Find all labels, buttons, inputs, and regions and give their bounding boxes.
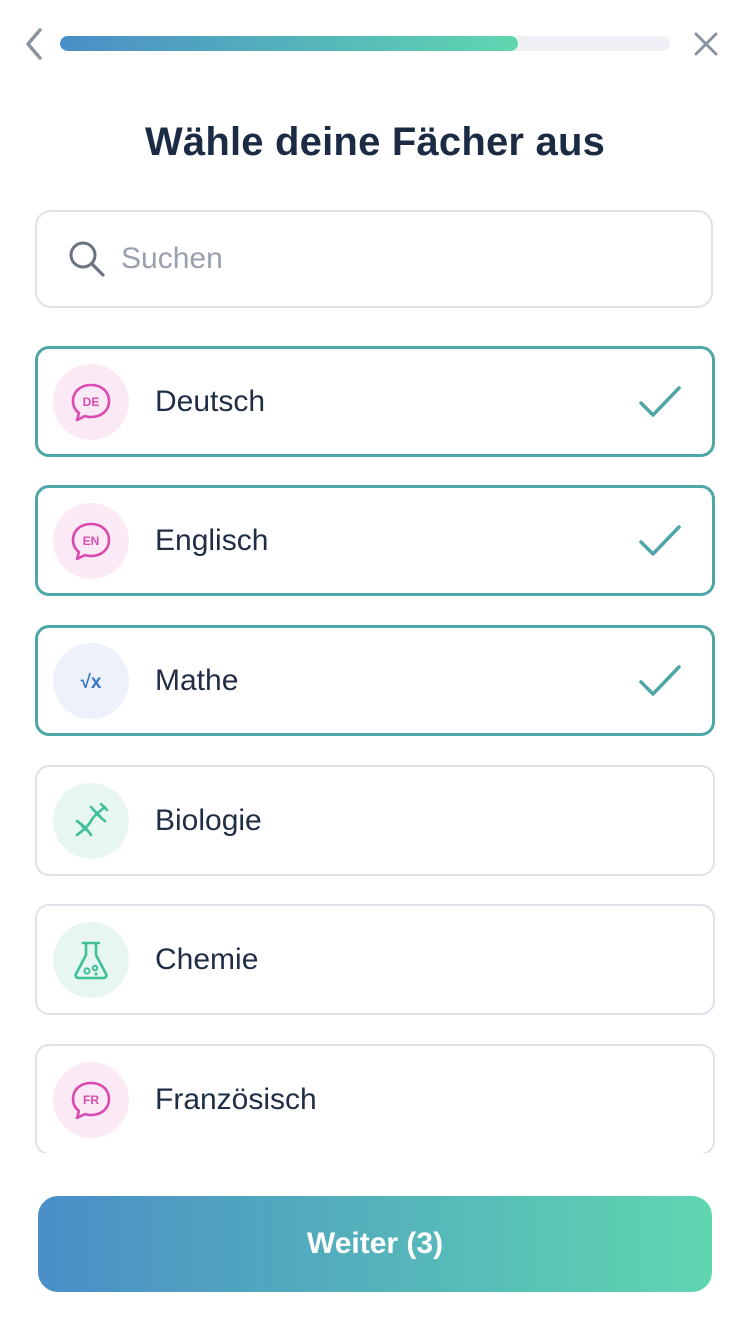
- speech-bubble-en-icon: EN: [53, 502, 129, 579]
- search-input[interactable]: [119, 241, 683, 277]
- continue-button[interactable]: Weiter (3): [38, 1196, 712, 1292]
- page-title: Wähle deine Fächer aus: [144, 120, 606, 164]
- subject-label: Biologie: [155, 803, 262, 837]
- svg-text:DE: DE: [83, 395, 100, 409]
- speech-bubble-fr-icon: FR: [53, 1061, 129, 1138]
- dna-icon: [53, 782, 129, 859]
- checkmark-icon: [639, 664, 681, 696]
- subject-item-mathe[interactable]: √x Mathe: [35, 625, 715, 736]
- subject-item-deutsch[interactable]: DE Deutsch: [35, 346, 715, 457]
- square-root-icon: √x: [53, 642, 129, 719]
- checkmark-icon: [639, 524, 681, 556]
- subject-item-englisch[interactable]: EN Englisch: [35, 485, 715, 596]
- close-icon: [694, 32, 718, 56]
- svg-text:√x: √x: [81, 672, 102, 693]
- search-icon: [69, 241, 105, 277]
- checkmark-icon: [639, 385, 681, 417]
- subject-label: Englisch: [155, 523, 269, 557]
- subject-item-franzoesisch[interactable]: FR Französisch: [35, 1044, 715, 1153]
- search-box[interactable]: [35, 210, 713, 308]
- progress-bar: [60, 36, 670, 51]
- speech-bubble-de-icon: DE: [53, 363, 129, 440]
- subject-label: Deutsch: [155, 384, 266, 418]
- subject-item-chemie[interactable]: Chemie: [35, 904, 715, 1015]
- subject-label: Französisch: [155, 1082, 317, 1116]
- flask-icon: [53, 921, 129, 998]
- subject-label: Chemie: [155, 942, 259, 976]
- back-button[interactable]: [18, 26, 54, 62]
- subject-list[interactable]: DE Deutsch EN Englisch √x Mathe Biologie…: [0, 345, 750, 1153]
- svg-text:FR: FR: [83, 1093, 99, 1107]
- progress-fill: [60, 36, 518, 51]
- subject-label: Mathe: [155, 663, 239, 697]
- top-bar: [0, 0, 750, 90]
- subject-item-biologie[interactable]: Biologie: [35, 765, 715, 876]
- continue-button-label: Weiter (3): [306, 1227, 444, 1260]
- svg-text:EN: EN: [83, 534, 100, 548]
- chevron-left-icon: [26, 28, 42, 60]
- close-button[interactable]: [688, 26, 724, 62]
